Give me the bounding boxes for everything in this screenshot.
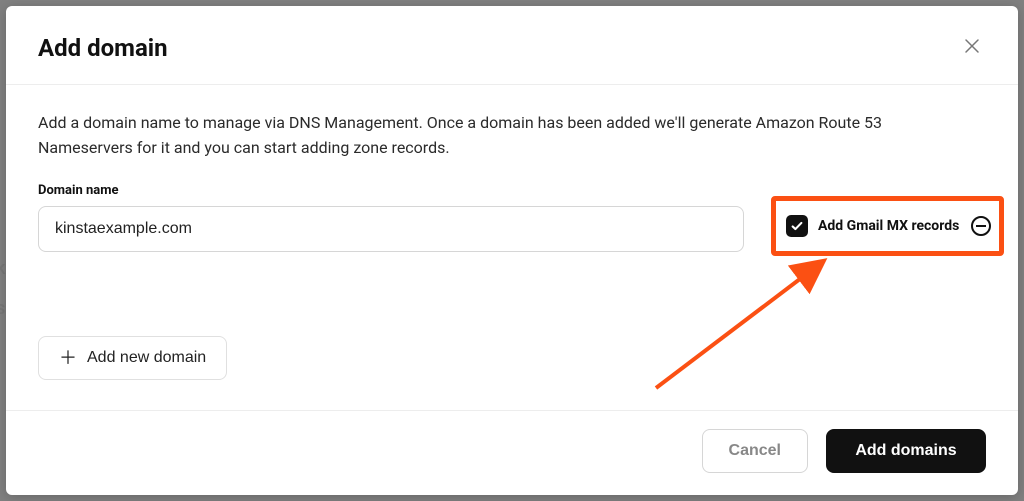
modal-description: Add a domain name to manage via DNS Mana… bbox=[38, 111, 978, 161]
check-icon bbox=[790, 219, 804, 233]
add-new-domain-button[interactable]: ＋ Add new domain bbox=[38, 336, 227, 380]
modal-body: Add a domain name to manage via DNS Mana… bbox=[6, 85, 1018, 410]
close-icon bbox=[964, 37, 980, 59]
add-new-domain-label: Add new domain bbox=[87, 349, 206, 367]
background-text: s bbox=[0, 298, 5, 319]
add-domains-button[interactable]: Add domains bbox=[826, 429, 986, 473]
remove-icon[interactable] bbox=[971, 216, 991, 236]
modal-header: Add domain bbox=[6, 6, 1018, 85]
close-button[interactable] bbox=[958, 32, 986, 64]
plus-icon: ＋ bbox=[59, 349, 77, 367]
domain-name-input[interactable] bbox=[38, 206, 744, 252]
add-domain-modal: Add domain Add a domain name to manage v… bbox=[6, 6, 1018, 495]
modal-title: Add domain bbox=[38, 34, 168, 62]
cancel-button[interactable]: Cancel bbox=[702, 429, 808, 473]
gmail-mx-label: Add Gmail MX records bbox=[818, 218, 961, 234]
domain-input-row: Add Gmail MX records bbox=[38, 206, 986, 252]
modal-footer: Cancel Add domains bbox=[6, 410, 1018, 495]
gmail-mx-checkbox[interactable] bbox=[786, 215, 808, 237]
gmail-mx-option-highlighted: Add Gmail MX records bbox=[771, 196, 1004, 256]
